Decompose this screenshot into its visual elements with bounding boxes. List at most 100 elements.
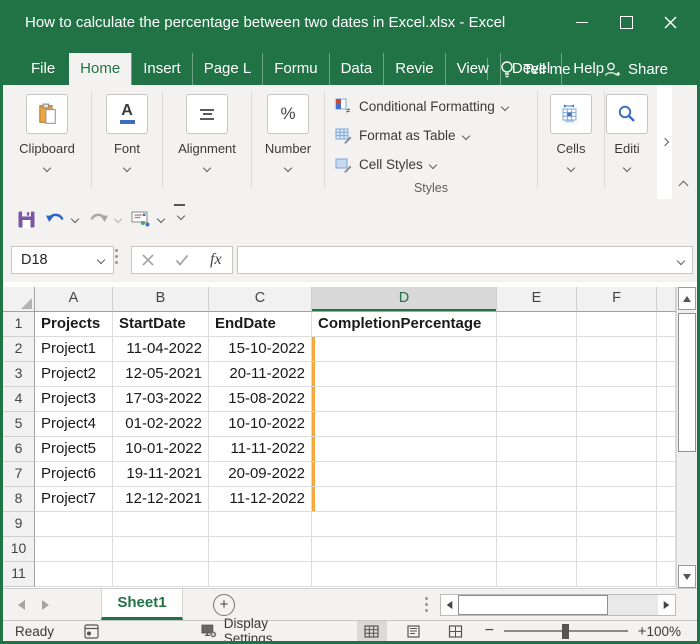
- name-box[interactable]: D18: [11, 246, 114, 274]
- cell-partial-3[interactable]: [657, 362, 676, 387]
- ribbon-group-clipboard[interactable]: Clipboard: [3, 85, 91, 200]
- cell-A8[interactable]: Project7: [35, 487, 113, 512]
- cell-A1[interactable]: Projects: [35, 312, 113, 337]
- column-header-F[interactable]: F: [577, 287, 657, 312]
- cell-partial-10[interactable]: [657, 537, 676, 562]
- row-header-8[interactable]: 8: [3, 487, 35, 512]
- cell-C2[interactable]: 15-10-2022: [209, 337, 312, 362]
- previous-sheet-button[interactable]: [9, 593, 33, 617]
- cell-E4[interactable]: [497, 387, 577, 412]
- cell-A5[interactable]: Project4: [35, 412, 113, 437]
- row-header-9[interactable]: 9: [3, 512, 35, 537]
- cell-C10[interactable]: [209, 537, 312, 562]
- cell-partial-1[interactable]: [657, 312, 676, 337]
- editing-button[interactable]: [606, 94, 648, 134]
- cell-A6[interactable]: Project5: [35, 437, 113, 462]
- cell-E2[interactable]: [497, 337, 577, 362]
- clipboard-button[interactable]: [26, 94, 68, 134]
- cell-D8[interactable]: [312, 487, 497, 512]
- scroll-left-button[interactable]: [441, 594, 458, 615]
- row-header-5[interactable]: 5: [3, 412, 35, 437]
- enter-icon[interactable]: [175, 254, 189, 266]
- close-button[interactable]: [648, 5, 692, 41]
- cell-E11[interactable]: [497, 562, 577, 587]
- cell-A7[interactable]: Project6: [35, 462, 113, 487]
- page-layout-view-button[interactable]: [399, 621, 429, 641]
- cell-partial-6[interactable]: [657, 437, 676, 462]
- cell-C1[interactable]: EndDate: [209, 312, 312, 337]
- ribbon-group-alignment[interactable]: Alignment: [163, 85, 251, 200]
- row-header-3[interactable]: 3: [3, 362, 35, 387]
- row-header-11[interactable]: 11: [3, 562, 35, 587]
- cell-C9[interactable]: [209, 512, 312, 537]
- zoom-slider-handle[interactable]: [562, 623, 569, 639]
- cell-C8[interactable]: 11-12-2022: [209, 487, 312, 512]
- cell-E10[interactable]: [497, 537, 577, 562]
- formula-input[interactable]: [237, 246, 693, 274]
- collapse-ribbon-button[interactable]: [675, 179, 691, 191]
- scroll-right-button[interactable]: [658, 594, 675, 615]
- column-header-A[interactable]: A: [35, 287, 113, 312]
- cell-partial-2[interactable]: [657, 337, 676, 362]
- qat-custom-button[interactable]: [126, 204, 169, 234]
- cell-C5[interactable]: 10-10-2022: [209, 412, 312, 437]
- cell-A10[interactable]: [35, 537, 113, 562]
- minimize-button[interactable]: [560, 5, 604, 41]
- cell-A2[interactable]: Project1: [35, 337, 113, 362]
- next-sheet-button[interactable]: [33, 593, 57, 617]
- macro-record-button[interactable]: [84, 623, 99, 639]
- ribbon-overflow-strip[interactable]: [657, 85, 672, 199]
- cell-F11[interactable]: [577, 562, 657, 587]
- row-header-6[interactable]: 6: [3, 437, 35, 462]
- row-header-7[interactable]: 7: [3, 462, 35, 487]
- cell-B8[interactable]: 12-12-2021: [113, 487, 209, 512]
- horizontal-scrollbar[interactable]: [440, 593, 676, 616]
- tab-home[interactable]: Home: [69, 53, 132, 85]
- cell-E7[interactable]: [497, 462, 577, 487]
- share-button[interactable]: Share: [603, 53, 668, 85]
- cell-styles-button[interactable]: Cell Styles: [335, 150, 533, 179]
- number-button[interactable]: %: [267, 94, 309, 134]
- cell-F8[interactable]: [577, 487, 657, 512]
- column-header-partial[interactable]: [657, 287, 676, 312]
- cell-D10[interactable]: [312, 537, 497, 562]
- cell-F6[interactable]: [577, 437, 657, 462]
- scroll-up-button[interactable]: [678, 287, 696, 310]
- cell-A4[interactable]: Project3: [35, 387, 113, 412]
- cells-button[interactable]: [550, 94, 592, 134]
- cell-A9[interactable]: [35, 512, 113, 537]
- cell-D7[interactable]: [312, 462, 497, 487]
- row-header-1[interactable]: 1: [3, 312, 35, 337]
- cell-E9[interactable]: [497, 512, 577, 537]
- sheet-tab-sheet1[interactable]: Sheet1: [101, 589, 183, 620]
- font-button[interactable]: A: [106, 94, 148, 134]
- cell-B5[interactable]: 01-02-2022: [113, 412, 209, 437]
- tab-insert[interactable]: Insert: [131, 53, 192, 85]
- ribbon-group-editing[interactable]: Editi: [605, 85, 649, 200]
- scroll-down-button[interactable]: [678, 565, 696, 588]
- cell-B4[interactable]: 17-03-2022: [113, 387, 209, 412]
- cell-C4[interactable]: 15-08-2022: [209, 387, 312, 412]
- cell-E3[interactable]: [497, 362, 577, 387]
- cell-A11[interactable]: [35, 562, 113, 587]
- cell-B10[interactable]: [113, 537, 209, 562]
- cell-partial-8[interactable]: [657, 487, 676, 512]
- row-header-2[interactable]: 2: [3, 337, 35, 362]
- ribbon-group-cells[interactable]: Cells: [538, 85, 604, 200]
- cell-D4[interactable]: [312, 387, 497, 412]
- tell-me-button[interactable]: Tell me: [488, 53, 583, 85]
- cell-D11[interactable]: [312, 562, 497, 587]
- cell-B1[interactable]: StartDate: [113, 312, 209, 337]
- row-header-4[interactable]: 4: [3, 387, 35, 412]
- zoom-in-button[interactable]: +: [638, 623, 647, 640]
- cell-D1[interactable]: CompletionPercentage: [312, 312, 497, 337]
- zoom-level[interactable]: 100%: [646, 624, 681, 639]
- cell-B6[interactable]: 10-01-2022: [113, 437, 209, 462]
- cell-D2[interactable]: [312, 337, 497, 362]
- cell-E1[interactable]: [497, 312, 577, 337]
- cell-D3[interactable]: [312, 362, 497, 387]
- save-button[interactable]: [13, 204, 40, 234]
- horizontal-scrollbar-thumb[interactable]: [458, 594, 608, 615]
- conditional-formatting-button[interactable]: ≠ Conditional Formatting: [335, 92, 533, 121]
- cell-partial-9[interactable]: [657, 512, 676, 537]
